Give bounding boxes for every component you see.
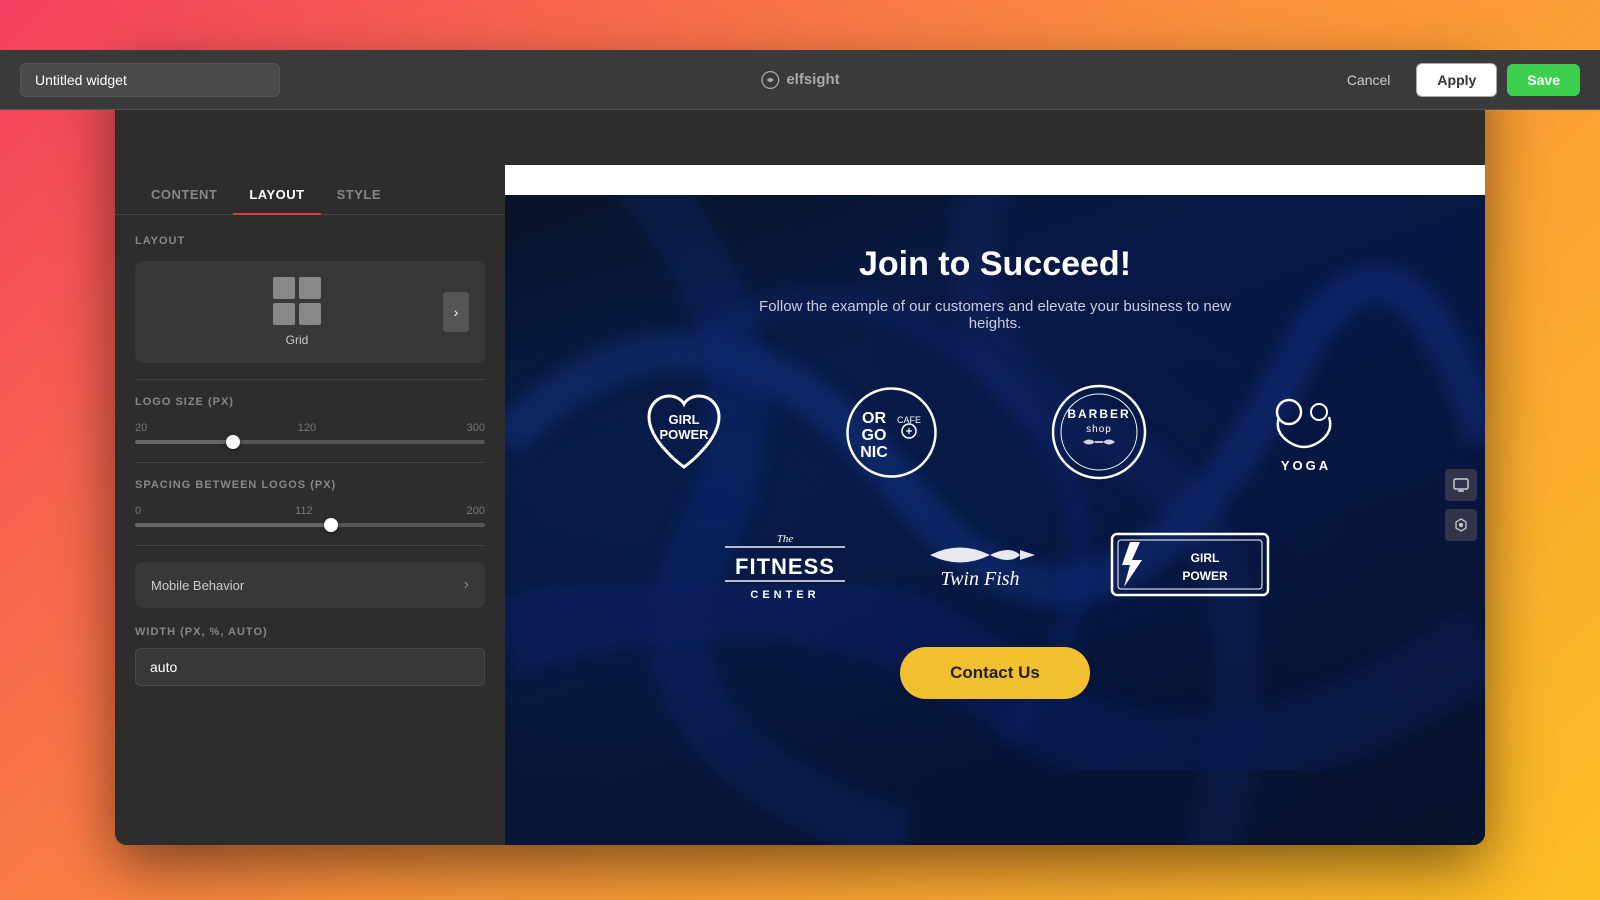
logo-size-min: 20 [135, 422, 147, 434]
preview-content: Join to Succeed! Follow the example of o… [505, 195, 1485, 845]
spacing-range: 0 112 200 [135, 505, 485, 517]
logo-size-range: 20 120 300 [135, 422, 485, 434]
spacing-track[interactable] [135, 523, 485, 527]
sidebar: CONTENT LAYOUT STYLE LAYOUT Grid [115, 105, 505, 845]
fitness-center-svg: The FITNESS CENTER [720, 522, 850, 607]
logo-twin-fish: Twin Fish [910, 530, 1050, 600]
main-area: elfsight Cancel Apply Save CONTENT LAYOU… [115, 105, 1485, 845]
logo-girl-power-heart: GIRL POWER [595, 382, 773, 482]
preview-background: Join to Succeed! Follow the example of o… [505, 165, 1485, 845]
preview-sidebar-icons [1445, 469, 1477, 541]
contact-button[interactable]: Contact Us [900, 647, 1090, 699]
preview-title: Join to Succeed! [859, 245, 1131, 284]
mobile-behavior-row[interactable]: Mobile Behavior › [135, 562, 485, 608]
logo-size-section: LOGO SIZE (PX) 20 120 300 [135, 396, 485, 444]
barber-shop-svg: BARBER shop [1049, 382, 1149, 482]
svg-text:BARBER: BARBER [1067, 407, 1130, 421]
svg-text:FITNESS: FITNESS [735, 554, 835, 579]
sidebar-content: LAYOUT Grid › LOGO SI [115, 215, 505, 845]
logo-organic-cafe: OR CAFE GO NIC [803, 382, 981, 482]
divider [135, 379, 485, 380]
tab-content[interactable]: CONTENT [135, 175, 233, 214]
twin-fish-svg: Twin Fish [910, 530, 1050, 600]
girl-power-badge-svg: GIRL POWER [1110, 532, 1270, 597]
logos-row2: The FITNESS CENTER [720, 522, 1270, 607]
svg-text:The: The [777, 533, 794, 545]
mobile-behavior-label: Mobile Behavior [151, 578, 244, 593]
svg-text:POWER: POWER [659, 427, 709, 442]
spacing-label: SPACING BETWEEN LOGOS (PX) [135, 479, 485, 491]
tab-style[interactable]: STYLE [321, 175, 397, 214]
grid-cell [273, 303, 295, 325]
width-input[interactable] [135, 648, 485, 686]
spacing-min: 0 [135, 505, 141, 517]
svg-text:OR: OR [862, 410, 886, 427]
app-window: elfsight Cancel Apply Save CONTENT LAYOU… [115, 55, 1485, 845]
grid-cell [273, 277, 295, 299]
logo-yoga: YOGA [1218, 382, 1396, 482]
svg-text:NIC: NIC [860, 444, 888, 461]
svg-text:Twin Fish: Twin Fish [940, 568, 1019, 590]
divider-3 [135, 545, 485, 546]
layout-selector: Grid › [135, 261, 485, 363]
logo-fitness-center: The FITNESS CENTER [720, 522, 850, 607]
logo-size-fill [135, 440, 233, 444]
divider-2 [135, 462, 485, 463]
toolbar: elfsight Cancel Apply Save [115, 105, 1485, 110]
svg-text:GIRL: GIRL [1191, 551, 1220, 565]
logo-size-track[interactable] [135, 440, 485, 444]
paint-icon [1453, 517, 1469, 533]
logo-barber-shop: BARBER shop [1010, 382, 1188, 482]
spacing-section: SPACING BETWEEN LOGOS (PX) 0 112 200 [135, 479, 485, 527]
logo-size-current: 120 [298, 422, 316, 434]
desktop-view-button[interactable] [1445, 469, 1477, 501]
layout-option-grid[interactable]: Grid [151, 277, 443, 347]
mobile-chevron-icon: › [464, 576, 469, 594]
yoga-svg: YOGA [1254, 382, 1359, 482]
monitor-icon [1453, 477, 1469, 493]
svg-text:shop: shop [1086, 424, 1112, 435]
spacing-fill [135, 523, 331, 527]
tabs-bar: CONTENT LAYOUT STYLE [115, 175, 505, 215]
white-bar [505, 165, 1485, 195]
logo-size-thumb[interactable] [226, 435, 240, 449]
svg-text:CENTER: CENTER [750, 589, 819, 601]
grid-icon [273, 277, 321, 325]
preview-panel: Join to Succeed! Follow the example of o… [505, 105, 1485, 845]
preview-subtitle: Follow the example of our customers and … [735, 298, 1255, 332]
svg-text:GO: GO [861, 427, 886, 444]
girl-power-heart-svg: GIRL POWER [634, 382, 734, 482]
tab-layout[interactable]: LAYOUT [233, 175, 320, 214]
svg-text:GIRL: GIRL [668, 412, 699, 427]
logo-size-label: LOGO SIZE (PX) [135, 396, 485, 408]
logo-size-max: 300 [467, 422, 485, 434]
logo-girl-power-badge: GIRL POWER [1110, 532, 1270, 597]
spacing-thumb[interactable] [324, 518, 338, 532]
svg-text:YOGA: YOGA [1281, 458, 1331, 473]
settings-view-button[interactable] [1445, 509, 1477, 541]
logos-grid-row1: GIRL POWER OR CAFE GO [595, 382, 1395, 482]
width-label: WIDTH (PX, %, AUTO) [135, 626, 485, 638]
svg-text:POWER: POWER [1182, 569, 1228, 583]
spacing-max: 200 [467, 505, 485, 517]
layout-section-label: LAYOUT [135, 235, 485, 247]
spacing-current: 112 [295, 505, 313, 517]
grid-cell [299, 303, 321, 325]
layout-option-name: Grid [286, 333, 309, 347]
organic-cafe-svg: OR CAFE GO NIC [844, 385, 939, 480]
layout-next-button[interactable]: › [443, 292, 469, 332]
grid-cell [299, 277, 321, 299]
